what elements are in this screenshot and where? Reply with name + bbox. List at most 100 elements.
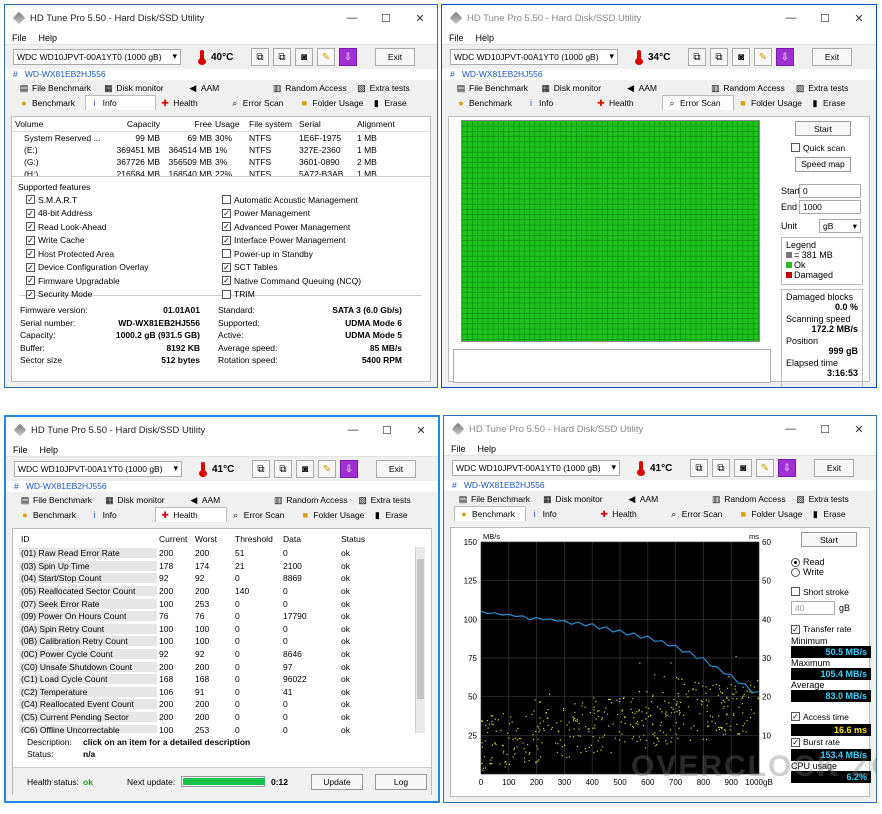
options-wrench-icon[interactable]: ✎ (318, 460, 336, 478)
feature-checkbox[interactable]: ✓ Write Cache (26, 234, 222, 248)
checkbox-box[interactable]: ✓ (26, 262, 35, 272)
tab-info[interactable]: i Info (84, 95, 157, 110)
screenshot-camera-icon[interactable]: ◙ (296, 460, 314, 478)
speed-map-button[interactable]: Speed map (795, 156, 851, 172)
tab-file-benchmark[interactable]: ▤ File Benchmark (15, 80, 99, 95)
feature-checkbox[interactable]: ✓ Native Command Queuing (NCQ) (222, 274, 416, 288)
column-header[interactable]: Serial (296, 119, 354, 129)
checkbox-box[interactable] (791, 143, 800, 153)
tab-folder-usage[interactable]: ■ Folder Usage (295, 95, 367, 110)
menu-file[interactable]: File (12, 33, 27, 43)
tab-disk-monitor[interactable]: ▦ Disk monitor (99, 80, 183, 95)
close-button[interactable]: ✕ (842, 12, 876, 25)
feature-checkbox[interactable]: TRIM (222, 288, 416, 302)
minimize-button[interactable]: — (774, 12, 808, 24)
column-header[interactable]: File system (246, 119, 296, 129)
column-header[interactable]: Volume (12, 119, 112, 129)
tab-error-scan[interactable]: ⌕ Error Scan (226, 95, 296, 110)
tab-extra-tests[interactable]: ▧ Extra tests (353, 80, 437, 95)
tab-erase[interactable]: ▮ Erase (367, 95, 437, 110)
options-wrench-icon[interactable]: ✎ (756, 459, 774, 477)
maximize-button[interactable]: ☐ (808, 12, 842, 25)
update-button[interactable]: Update (311, 773, 363, 790)
checkbox-box[interactable]: ✓ (791, 737, 800, 747)
tab-health[interactable]: ✚ Health (155, 507, 227, 522)
start-input[interactable]: 0 (799, 183, 861, 198)
close-button[interactable]: ✕ (842, 423, 876, 436)
tab-folder-usage[interactable]: ■ Folder Usage (734, 95, 806, 110)
tab-folder-usage[interactable]: ■ Folder Usage (734, 506, 806, 521)
save-down-arrow-icon[interactable]: ⇩ (340, 460, 358, 478)
feature-checkbox[interactable]: ✓ 48-bit Address (26, 207, 222, 221)
column-header[interactable]: Data (281, 534, 339, 544)
volume-row[interactable]: (E:) 369451 MB 364514 MB 1% NTFS 327E-2360 1 M… (12, 144, 430, 156)
tab-error-scan[interactable]: ⌕ Error Scan (662, 95, 734, 110)
drive-select[interactable]: WDC WD10JPVT-00A1YT0 (1000 gB) (13, 49, 181, 65)
feature-checkbox[interactable]: ✓ S.M.A.R.T (26, 193, 222, 207)
exit-button[interactable]: Exit (375, 48, 415, 66)
tab-extra-tests[interactable]: ▧ Extra tests (354, 492, 438, 507)
save-down-arrow-icon[interactable]: ⇩ (339, 48, 357, 66)
menu-help[interactable]: Help (476, 33, 495, 43)
checkbox-box[interactable]: ✓ (222, 208, 231, 218)
column-header[interactable]: Threshold (233, 534, 281, 544)
table-row[interactable]: (03) Spin Up Time 178 174 21 2100 ok (19, 560, 425, 573)
screenshot-camera-icon[interactable]: ◙ (734, 459, 752, 477)
tab-benchmark[interactable]: ● Benchmark (15, 95, 85, 110)
checkbox-box[interactable]: ✓ (222, 235, 231, 245)
copy-text-icon[interactable]: ⧉ (710, 48, 728, 66)
feature-checkbox[interactable]: ✓ Host Protected Area (26, 247, 222, 261)
tab-erase[interactable]: ▮ Erase (806, 95, 876, 110)
transfer-rate-checkbox[interactable]: ✓ Transfer rate (791, 623, 871, 637)
tab-disk-monitor[interactable]: ▦ Disk monitor (537, 80, 622, 95)
column-header[interactable]: Status (339, 534, 389, 544)
column-header[interactable]: Current (157, 534, 193, 544)
tab-file-benchmark[interactable]: ▤ File Benchmark (452, 80, 537, 95)
feature-checkbox[interactable]: ✓ Interface Power Management (222, 234, 416, 248)
drive-select[interactable]: WDC WD10JPVT-00A1YT0 (1000 gB) (14, 461, 182, 477)
copy-info-icon[interactable]: ⧉ (690, 459, 708, 477)
drive-select[interactable]: WDC WD10JPVT-00A1YT0 (1000 gB) (450, 49, 618, 65)
drive-select[interactable]: WDC WD10JPVT-00A1YT0 (1000 gB) (452, 460, 620, 476)
table-row[interactable]: (0A) Spin Retry Count 100 100 0 0 ok (19, 623, 425, 636)
copy-text-icon[interactable]: ⧉ (273, 48, 291, 66)
tab-benchmark[interactable]: ● Benchmark (16, 507, 86, 522)
tab-health[interactable]: ✚ Health (592, 95, 662, 110)
checkbox-box[interactable]: ✓ (26, 222, 35, 232)
table-row[interactable]: (05) Reallocated Sector Count 200 200 140 0 o… (19, 585, 425, 598)
copy-info-icon[interactable]: ⧉ (251, 48, 269, 66)
menu-file[interactable]: File (13, 445, 28, 455)
feature-checkbox[interactable]: ✓ Device Configuration Overlay (26, 261, 222, 275)
tab-disk-monitor[interactable]: ▦ Disk monitor (100, 492, 184, 507)
maximize-button[interactable]: ☐ (369, 12, 403, 25)
access-time-checkbox[interactable]: ✓ Access time (791, 710, 871, 724)
checkbox-box[interactable]: ✓ (222, 222, 231, 232)
tab-random-access[interactable]: ▥ Random Access (706, 80, 791, 95)
copy-info-icon[interactable]: ⧉ (252, 460, 270, 478)
copy-text-icon[interactable]: ⧉ (274, 460, 292, 478)
minimize-button[interactable]: — (336, 424, 370, 436)
tab-random-access[interactable]: ▥ Random Access (268, 80, 352, 95)
minimize-button[interactable]: — (774, 423, 808, 435)
tab-disk-monitor[interactable]: ▦ Disk monitor (538, 491, 622, 506)
tab-extra-tests[interactable]: ▧ Extra tests (792, 491, 876, 506)
tab-aam[interactable]: ◀ AAM (185, 492, 269, 507)
short-stroke-checkbox[interactable]: Short stroke (791, 585, 871, 599)
close-button[interactable]: ✕ (404, 424, 438, 437)
tab-random-access[interactable]: ▥ Random Access (269, 492, 353, 507)
tab-info[interactable]: i Info (86, 507, 156, 522)
tab-file-benchmark[interactable]: ▤ File Benchmark (454, 491, 538, 506)
column-header[interactable]: Capacity (112, 119, 160, 129)
checkbox-box[interactable]: ✓ (791, 624, 800, 634)
radio-circle[interactable] (791, 567, 800, 577)
tab-aam[interactable]: ◀ AAM (184, 80, 268, 95)
menu-help[interactable]: Help (40, 445, 59, 455)
table-row[interactable]: (01) Raw Read Error Rate 200 200 51 0 ok (19, 547, 425, 560)
checkbox-box[interactable]: ✓ (26, 208, 35, 218)
close-button[interactable]: ✕ (403, 12, 437, 25)
tab-extra-tests[interactable]: ▧ Extra tests (791, 80, 876, 95)
exit-button[interactable]: Exit (814, 459, 854, 477)
menu-help[interactable]: Help (478, 444, 497, 454)
save-down-arrow-icon[interactable]: ⇩ (776, 48, 794, 66)
menu-file[interactable]: File (451, 444, 466, 454)
